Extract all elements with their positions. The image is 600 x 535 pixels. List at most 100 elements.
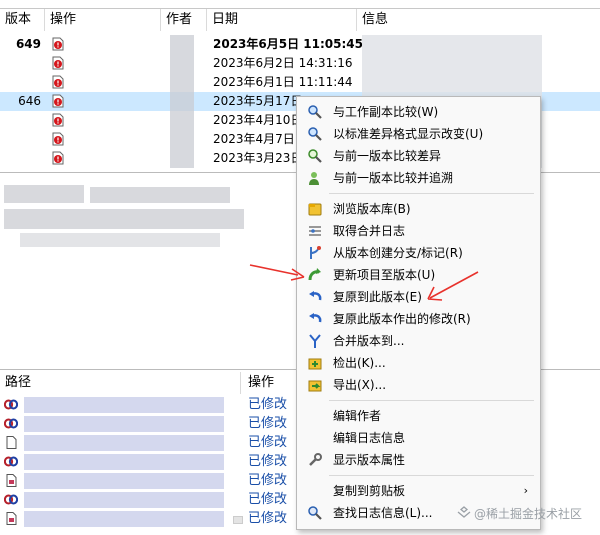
column-header-path[interactable]: 路径 (5, 372, 241, 394)
modified-file-icon (52, 75, 64, 89)
export-icon (308, 380, 322, 392)
author-blurred (170, 92, 194, 111)
menu-item-label: 复原此版本作出的修改(R) (333, 312, 471, 326)
revision-number (0, 73, 41, 92)
author-blurred (170, 35, 194, 54)
log-row[interactable]: 2023年6月2日 14:31:16 (0, 54, 600, 73)
diff-magnifier-icon (308, 127, 322, 141)
revision-number: 646 (18, 94, 41, 108)
blurred-text (4, 185, 84, 203)
menu-item-unified-diff[interactable]: 以标准差异格式显示改变(U) (299, 123, 538, 145)
watermark-text: @稀土掘金技术社区 (474, 507, 583, 521)
modified-file-icon (52, 56, 64, 70)
menu-item-label: 与前一版本比较并追溯 (333, 171, 454, 185)
juejin-logo-icon (457, 506, 471, 518)
submenu-arrow-icon: › (523, 484, 528, 497)
blurred-text (20, 233, 220, 247)
linked-file-icon (4, 418, 18, 429)
path-action: 已修改 (248, 435, 288, 450)
menu-item-blame-previous[interactable]: 与前一版本比较并追溯 (299, 167, 538, 189)
linked-file-icon (4, 494, 18, 505)
author-blurred (170, 130, 194, 149)
menu-item-create-branch-tag[interactable]: 从版本创建分支/标记(R) (299, 242, 538, 264)
context-menu[interactable]: 与工作副本比较(W) 以标准差异格式显示改变(U) 与前一版本比较差异 与前一版… (296, 96, 541, 530)
menu-item-repo-browser[interactable]: 浏览版本库(B) (299, 198, 538, 220)
menu-item-label: 编辑作者 (333, 409, 382, 423)
log-row[interactable]: 649 2023年6月5日 11:05:45 (0, 35, 600, 54)
menu-item-revert-changes[interactable]: 复原此版本作出的修改(R) (299, 308, 538, 330)
menu-item-label: 合并版本到... (333, 334, 405, 348)
scrollbar-thumb[interactable] (233, 516, 243, 524)
blurred-path (24, 492, 224, 508)
menu-item-update-to-revision[interactable]: 更新项目至版本(U) (299, 264, 538, 286)
menu-item-merge-revision[interactable]: 合并版本到... (299, 330, 538, 352)
revision-date: 2023年6月2日 14:31:16 (213, 56, 353, 70)
revision-number (0, 130, 41, 149)
menu-item-label: 导出(X)... (333, 378, 387, 392)
image-file-icon (6, 512, 17, 525)
path-action: 已修改 (248, 492, 288, 507)
menu-item-label: 与前一版本比较差异 (333, 149, 442, 163)
menu-item-label: 复制到剪贴板 (333, 484, 406, 498)
compare-magnifier-icon (308, 105, 322, 119)
update-to-revision-icon (308, 268, 321, 281)
menu-item-label: 显示版本属性 (333, 453, 406, 467)
menu-item-compare-previous[interactable]: 与前一版本比较差异 (299, 145, 538, 167)
merge-revision-icon (309, 334, 321, 348)
revision-date: 2023年6月5日 11:05:45 (213, 37, 363, 51)
author-blurred (170, 149, 194, 168)
revert-changes-icon (309, 313, 322, 323)
menu-separator (329, 475, 534, 476)
blame-prev-icon (309, 172, 319, 185)
menu-item-edit-log-message[interactable]: 编辑日志信息 (299, 427, 538, 449)
blurred-text (90, 187, 230, 203)
repo-browser-icon (308, 203, 322, 216)
log-row[interactable]: 2023年6月1日 11:11:44 (0, 73, 600, 92)
blurred-path (24, 416, 224, 432)
revision-number (0, 111, 41, 130)
menu-item-show-revision-properties[interactable]: 显示版本属性 (299, 449, 538, 471)
blurred-path (24, 397, 224, 413)
blurred-path (24, 473, 224, 489)
linked-file-icon (4, 456, 18, 467)
menu-item-copy-to-clipboard[interactable]: 复制到剪贴板 › (299, 480, 538, 502)
column-header-date[interactable]: 日期 (207, 9, 357, 31)
path-action: 已修改 (248, 473, 288, 488)
annotation-arrow-icon (249, 264, 305, 281)
modified-file-icon (52, 94, 64, 108)
menu-item-checkout[interactable]: 检出(K)... (299, 352, 538, 374)
message-blurred (362, 35, 542, 54)
menu-item-compare-working-copy[interactable]: 与工作副本比较(W) (299, 101, 538, 123)
author-blurred (170, 54, 194, 73)
image-file-icon (6, 474, 17, 487)
menu-item-export[interactable]: 导出(X)... (299, 374, 538, 396)
menu-item-edit-author[interactable]: 编辑作者 (299, 405, 538, 427)
menu-item-label: 复原到此版本(E) (333, 290, 422, 304)
column-header-author[interactable]: 作者 (161, 9, 207, 31)
blurred-text (4, 209, 244, 229)
menu-separator (329, 400, 534, 401)
column-header-version[interactable]: 版本 (0, 9, 45, 31)
path-action: 已修改 (248, 397, 288, 412)
compare-prev-icon (308, 149, 322, 163)
blurred-path (24, 435, 224, 451)
file-icon (6, 436, 17, 449)
menu-separator (329, 193, 534, 194)
menu-item-revert-to-revision[interactable]: 复原到此版本(E) (299, 286, 538, 308)
column-header-actions[interactable]: 操作 (45, 9, 161, 31)
menu-item-label: 检出(K)... (333, 356, 386, 370)
path-action: 已修改 (248, 454, 288, 469)
column-header-message[interactable]: 信息 (357, 9, 600, 31)
revision-number (0, 54, 41, 73)
menu-item-merge-log[interactable]: 取得合并日志 (299, 220, 538, 242)
menu-item-label: 从版本创建分支/标记(R) (333, 246, 463, 260)
menu-item-label: 浏览版本库(B) (333, 202, 411, 216)
revision-date: 2023年6月1日 11:11:44 (213, 75, 353, 89)
menu-item-label: 更新项目至版本(U) (333, 268, 436, 282)
watermark: @稀土掘金技术社区 (457, 505, 582, 522)
path-action: 已修改 (248, 416, 288, 431)
author-blurred (170, 73, 194, 92)
revision-number (0, 149, 41, 168)
menu-item-label: 与工作副本比较(W) (333, 105, 439, 119)
menu-item-label: 编辑日志信息 (333, 431, 406, 445)
